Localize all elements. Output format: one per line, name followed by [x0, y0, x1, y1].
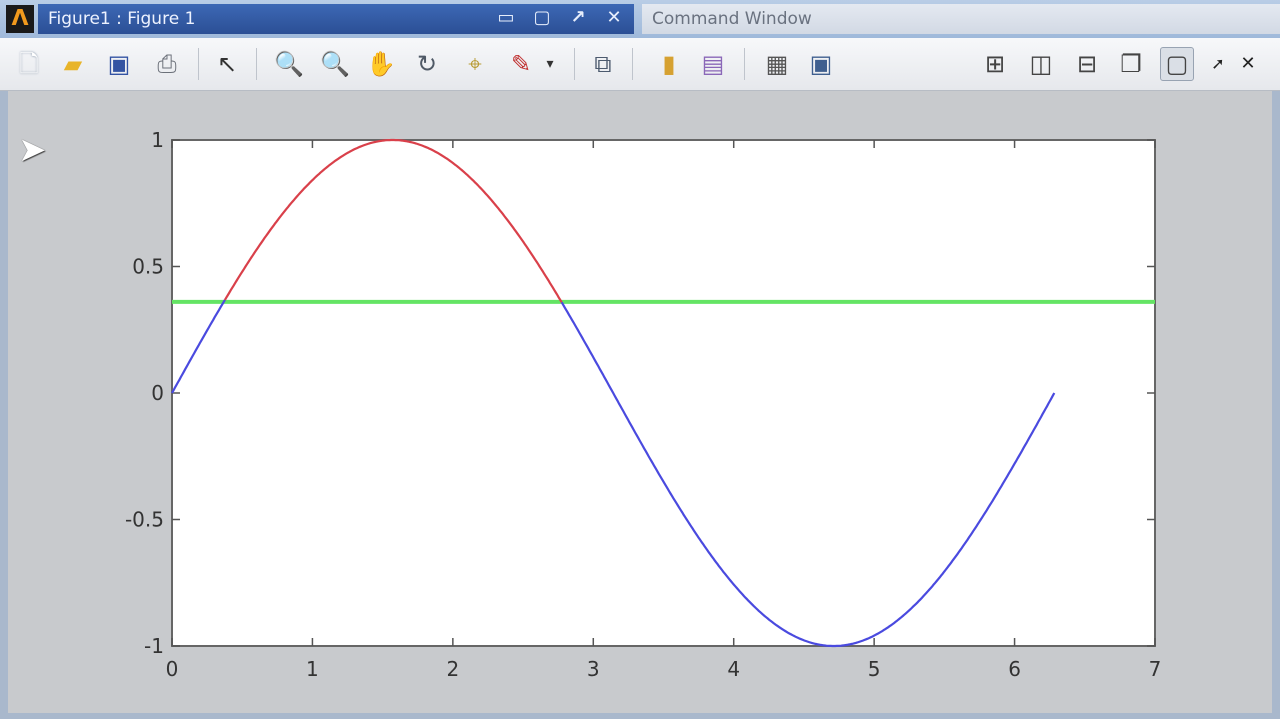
x-tick-label: 3 — [587, 657, 600, 681]
y-tick-label: -0.5 — [125, 508, 164, 532]
y-tick-label: 0.5 — [132, 255, 164, 279]
x-tick-label: 0 — [166, 657, 179, 681]
x-tick-label: 1 — [306, 657, 319, 681]
x-tick-label: 5 — [868, 657, 881, 681]
sine-plot: 0 1 2 3 4 5 6 7 -1 -0.5 0 0.5 1 — [125, 128, 1162, 681]
x-tick-label: 6 — [1008, 657, 1021, 681]
x-tick-label: 4 — [727, 657, 740, 681]
y-tick-labels: -1 -0.5 0 0.5 1 — [125, 128, 164, 658]
y-tick-label: 1 — [151, 128, 164, 152]
y-tick-label: 0 — [151, 381, 164, 405]
y-tick-label: -1 — [144, 634, 164, 658]
plot-axes[interactable] — [171, 139, 1156, 647]
x-tick-label: 7 — [1149, 657, 1162, 681]
x-tick-label: 2 — [446, 657, 459, 681]
x-tick-labels: 0 1 2 3 4 5 6 7 — [166, 657, 1162, 681]
